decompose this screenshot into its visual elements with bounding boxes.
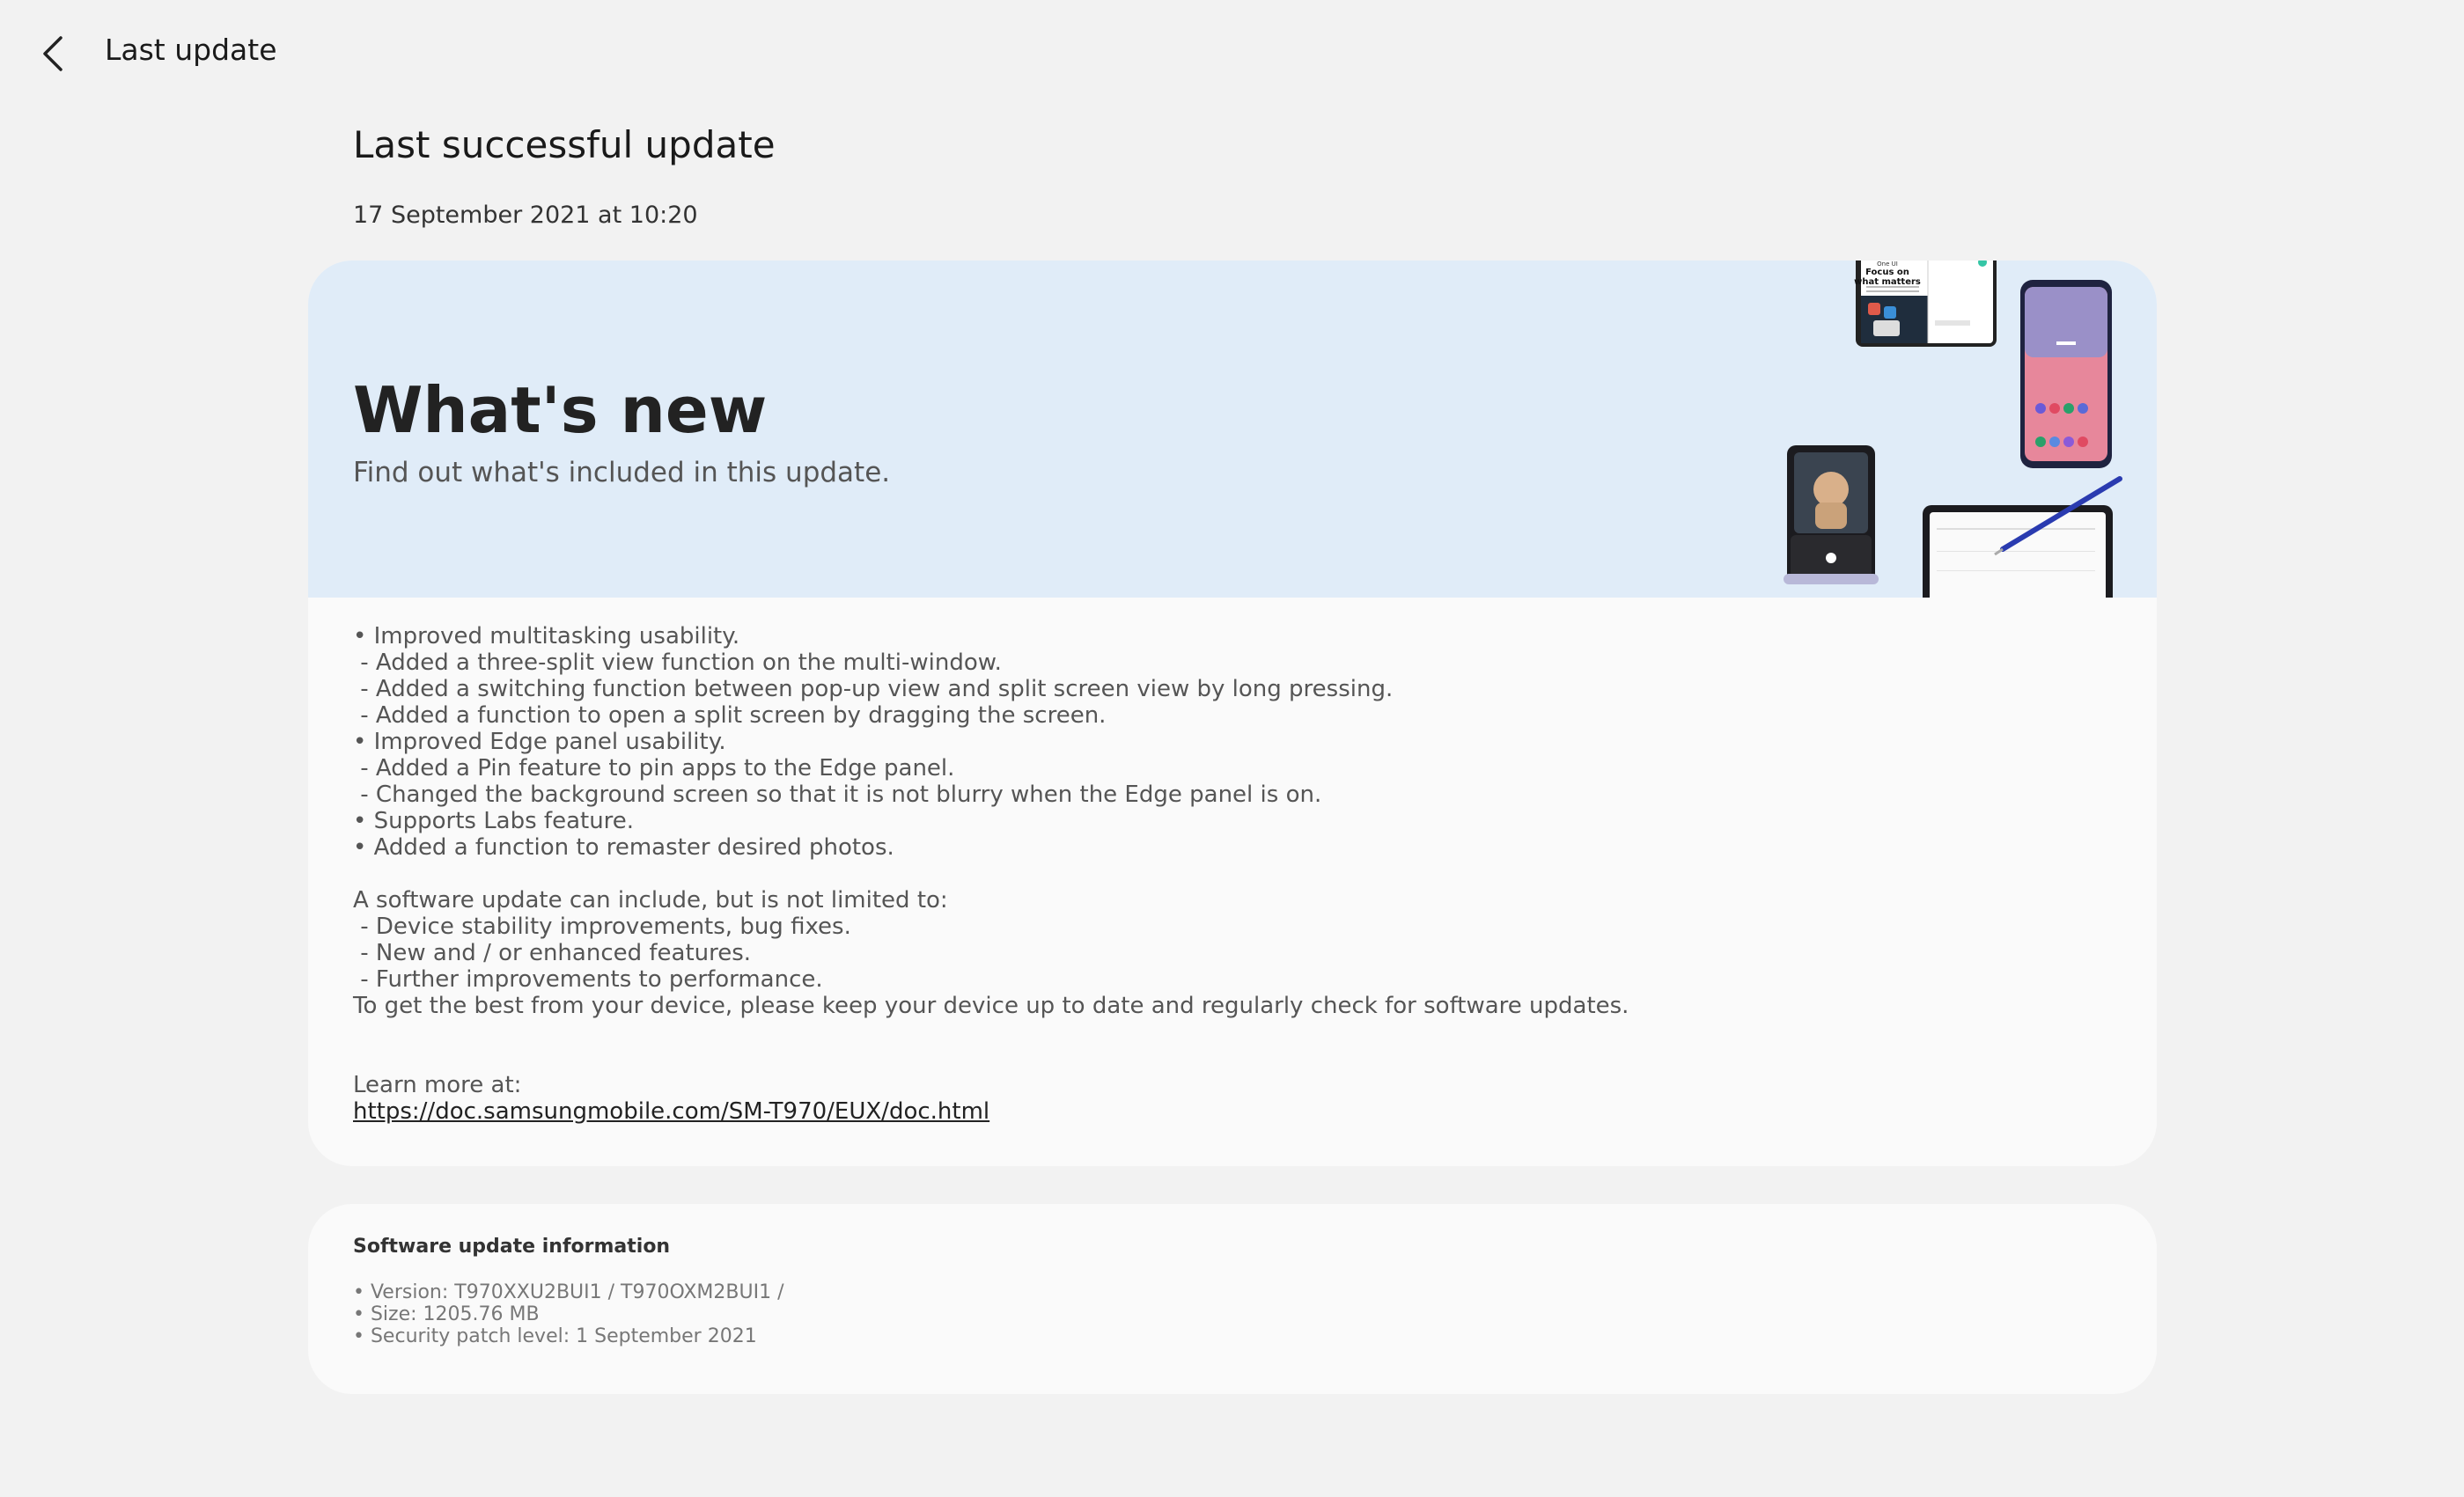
- tablet-image: [1923, 476, 2122, 598]
- smartphone-image: [2020, 280, 2112, 468]
- top-app-bar: Last update: [0, 0, 2464, 106]
- banner-mini-text-2: Focus on: [1865, 268, 1909, 277]
- note-line: • Improved Edge panel usability.: [353, 729, 726, 755]
- general-line: - New and / or enhanced features.: [353, 940, 752, 966]
- banner-mini-text-1: One UI: [1877, 261, 1898, 268]
- software-info-card: Software update information • Version: T…: [308, 1204, 2157, 1394]
- devices-illustration: One UI Focus on what matters: [1784, 261, 2122, 598]
- last-update-date: 17 September 2021 at 10:20: [353, 202, 698, 229]
- banner-mini-text-3: what matters: [1854, 277, 1921, 287]
- release-notes: • Improved multitasking usability. - Add…: [353, 623, 2114, 1125]
- general-line: - Further improvements to performance.: [353, 966, 823, 993]
- whats-new-card: What's new Find out what's included in t…: [308, 261, 2157, 1166]
- note-line: - Added a three-split view function on t…: [353, 649, 1002, 676]
- whats-new-title: What's new: [353, 373, 768, 447]
- software-info-list: • Version: T970XXU2BUI1 / T970OXM2BUI1 /…: [353, 1281, 784, 1347]
- general-line: - Device stability improvements, bug fix…: [353, 914, 851, 940]
- general-line: To get the best from your device, please…: [353, 993, 1629, 1019]
- note-line: - Added a function to open a split scree…: [353, 702, 1107, 729]
- flip-phone-image: [1784, 445, 1879, 584]
- software-info-item: • Version: T970XXU2BUI1 / T970OXM2BUI1 /: [353, 1281, 784, 1303]
- page-title: Last update: [105, 33, 277, 67]
- last-successful-update-title: Last successful update: [353, 123, 776, 166]
- learn-more-link[interactable]: https://doc.samsungmobile.com/SM-T970/EU…: [353, 1098, 2114, 1125]
- whats-new-banner: What's new Find out what's included in t…: [308, 261, 2157, 598]
- note-line: • Added a function to remaster desired p…: [353, 834, 894, 861]
- whats-new-subtitle: Find out what's included in this update.: [353, 457, 891, 488]
- note-line: - Changed the background screen so that …: [353, 782, 1322, 808]
- software-info-title: Software update information: [353, 1236, 671, 1258]
- software-info-item: • Size: 1205.76 MB: [353, 1303, 540, 1325]
- note-line: • Improved multitasking usability.: [353, 623, 740, 649]
- note-line: - Added a switching function between pop…: [353, 676, 1394, 702]
- software-info-item: • Security patch level: 1 September 2021: [353, 1325, 757, 1347]
- chevron-left-icon: [43, 36, 63, 71]
- back-button[interactable]: [26, 25, 79, 83]
- note-line: - Added a Pin feature to pin apps to the…: [353, 755, 955, 782]
- general-line: A software update can include, but is no…: [353, 887, 948, 914]
- learn-more-label: Learn more at:: [353, 1072, 522, 1098]
- foldable-phone-image: One UI Focus on what matters: [1854, 261, 1997, 347]
- note-line: • Supports Labs feature.: [353, 808, 635, 834]
